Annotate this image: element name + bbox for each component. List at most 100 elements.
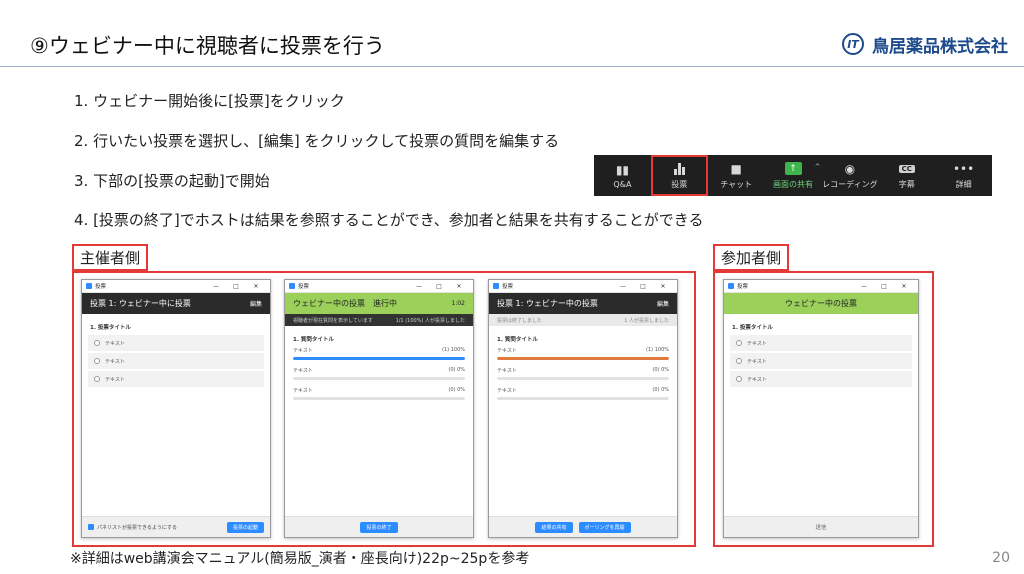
poll-footer: パネリストが投票できるようにする 投票の起動 xyxy=(82,516,270,537)
poll-option[interactable]: テキスト xyxy=(730,335,912,351)
maximize-icon[interactable]: □ xyxy=(226,283,246,290)
result-row: テキスト (0) 0% xyxy=(285,367,473,380)
poll-window-attendee: 投票 — □ ✕ ウェビナー中の投票 1. 投票タイトル テキスト テキスト テ… xyxy=(723,279,919,538)
minimize-icon[interactable]: — xyxy=(854,283,874,290)
toolbar-label: 字幕 xyxy=(898,179,915,189)
maximize-icon[interactable]: □ xyxy=(429,283,449,290)
toolbar-label: レコーディング xyxy=(822,179,878,189)
radio-icon xyxy=(94,340,100,346)
window-titlebar: 投票 — □ ✕ xyxy=(724,280,918,293)
poll-window-ended: 投票 — □ ✕ 投票 1: ウェビナー中の投票 編集 投票は終了しました 1 … xyxy=(488,279,678,538)
poll-option[interactable]: テキスト xyxy=(88,353,264,369)
poll-footer: 投票の終了 xyxy=(285,516,473,537)
page-title: ⑨ウェビナー中に視聴者に投票を行う xyxy=(30,34,385,58)
radio-icon xyxy=(736,376,742,382)
poll-status-bar: 視聴者が現在質問を表示しています 1/1 (100%) 人が投票しました xyxy=(285,314,473,326)
result-bar-fill xyxy=(497,357,669,360)
radio-icon xyxy=(736,340,742,346)
caret-up-icon[interactable]: ^ xyxy=(815,163,821,171)
end-poll-button[interactable]: 投票の終了 xyxy=(360,521,398,533)
minimize-icon[interactable]: — xyxy=(613,283,633,290)
question-title: 1. 質問タイトル xyxy=(293,337,334,343)
question-title: 1. 投票タイトル xyxy=(90,325,131,331)
toolbar-captions[interactable]: CC 字幕 xyxy=(878,155,935,196)
radio-icon xyxy=(736,358,742,364)
more-icon: ••• xyxy=(952,161,975,176)
close-icon[interactable]: ✕ xyxy=(653,283,673,290)
poll-option[interactable]: テキスト xyxy=(730,371,912,387)
poll-header: ウェビナー中の投票 xyxy=(724,293,918,314)
maximize-icon[interactable]: □ xyxy=(633,283,653,290)
poll-header: ウェビナー中の投票 進行中 1:02 xyxy=(285,293,473,314)
zoom-app-icon xyxy=(86,283,92,289)
poll-header-title: ウェビナー中の投票 xyxy=(785,299,857,308)
close-icon[interactable]: ✕ xyxy=(894,283,914,290)
poll-option[interactable]: テキスト xyxy=(88,371,264,387)
poll-option[interactable]: テキスト xyxy=(730,353,912,369)
radio-icon xyxy=(94,376,100,382)
window-title: 投票 xyxy=(737,284,749,290)
step-4: 4. [投票の終了]でホストは結果を参照することができ、参加者と結果を共有するこ… xyxy=(74,211,704,229)
panelist-vote-checkbox[interactable]: パネリストが投票できるようにする xyxy=(88,524,177,531)
window-title: 投票 xyxy=(502,284,514,290)
window-title: 投票 xyxy=(95,284,107,290)
close-icon[interactable]: ✕ xyxy=(246,283,266,290)
poll-status-bar: 投票は終了しました 1 人が投票しました xyxy=(489,314,677,326)
title-divider xyxy=(0,66,1024,67)
status-left: 投票は終了しました xyxy=(497,317,543,324)
chat-icon: ■ xyxy=(730,161,742,176)
result-row: テキスト (1) 100% xyxy=(285,347,473,360)
company-name: 鳥居薬品株式会社 xyxy=(872,36,1008,57)
poll-header: 投票 1: ウェビナー中に投票 編集 xyxy=(82,293,270,314)
maximize-icon[interactable]: □ xyxy=(874,283,894,290)
minimize-icon[interactable]: — xyxy=(409,283,429,290)
zoom-app-icon xyxy=(728,283,734,289)
result-row: テキスト (1) 100% xyxy=(489,347,677,360)
poll-timer: 1:02 xyxy=(451,300,465,307)
toolbar-poll[interactable]: 投票 xyxy=(650,155,708,196)
zoom-app-icon xyxy=(289,283,295,289)
poll-icon xyxy=(673,162,685,176)
step-3: 3. 下部の[投票の起動]で開始 xyxy=(74,172,270,190)
qa-icon: ▮▮ xyxy=(615,162,630,177)
status-right: 1 人が投票しました xyxy=(624,317,669,324)
toolbar-record[interactable]: ◉ レコーディング xyxy=(821,155,878,196)
poll-header-title: ウェビナー中の投票 進行中 xyxy=(293,299,397,308)
cc-icon: CC xyxy=(898,164,915,173)
poll-footer: 送信 xyxy=(724,516,918,537)
toolbar-label: Q&A xyxy=(613,179,632,189)
share-results-button[interactable]: 結果の共有 xyxy=(535,521,573,533)
toolbar-share-screen[interactable]: ↑ 画面の共有 ^ xyxy=(765,155,822,196)
poll-header: 投票 1: ウェビナー中の投票 編集 xyxy=(489,293,677,314)
launch-poll-button[interactable]: 投票の起動 xyxy=(226,521,264,533)
attendee-side-label: 参加者側 xyxy=(713,244,790,271)
toolbar-label: 投票 xyxy=(671,179,688,189)
toolbar-label: 詳細 xyxy=(955,179,972,189)
status-left: 視聴者が現在質問を表示しています xyxy=(293,317,373,324)
toolbar-label: 画面の共有 xyxy=(773,179,813,189)
question-title: 1. 質問タイトル xyxy=(497,337,538,343)
result-bar-fill xyxy=(293,357,465,360)
minimize-icon[interactable]: — xyxy=(206,283,226,290)
edit-link[interactable]: 編集 xyxy=(657,299,669,308)
relaunch-poll-button[interactable]: ポーリングを再開 xyxy=(578,521,631,533)
step-2: 2. 行いたい投票を選択し、[編集] をクリックして投票の質問を編集する xyxy=(74,132,560,150)
zoom-toolbar: ▮▮ Q&A 投票 ■ チャット ↑ 画面の共有 ^ ◉ レコーディング CC … xyxy=(594,155,992,196)
checkbox-checked-icon xyxy=(88,524,94,530)
radio-icon xyxy=(94,358,100,364)
toolbar-qa[interactable]: ▮▮ Q&A xyxy=(594,155,651,196)
poll-option[interactable]: テキスト xyxy=(88,335,264,351)
edit-link[interactable]: 編集 xyxy=(250,299,262,308)
share-screen-icon: ↑ xyxy=(784,162,802,175)
logo-mark-icon: IT xyxy=(842,33,864,55)
submit-button[interactable]: 送信 xyxy=(815,523,826,531)
result-row: テキスト (0) 0% xyxy=(489,387,677,400)
toolbar-chat[interactable]: ■ チャット xyxy=(708,155,765,196)
poll-header-title: 投票 1: ウェビナー中に投票 xyxy=(90,299,191,308)
close-icon[interactable]: ✕ xyxy=(449,283,469,290)
step-1: 1. ウェビナー開始後に[投票]をクリック xyxy=(74,92,345,110)
zoom-app-icon xyxy=(493,283,499,289)
toolbar-label: チャット xyxy=(720,179,753,189)
record-icon: ◉ xyxy=(844,161,856,176)
toolbar-more[interactable]: ••• 詳細 xyxy=(935,155,992,196)
